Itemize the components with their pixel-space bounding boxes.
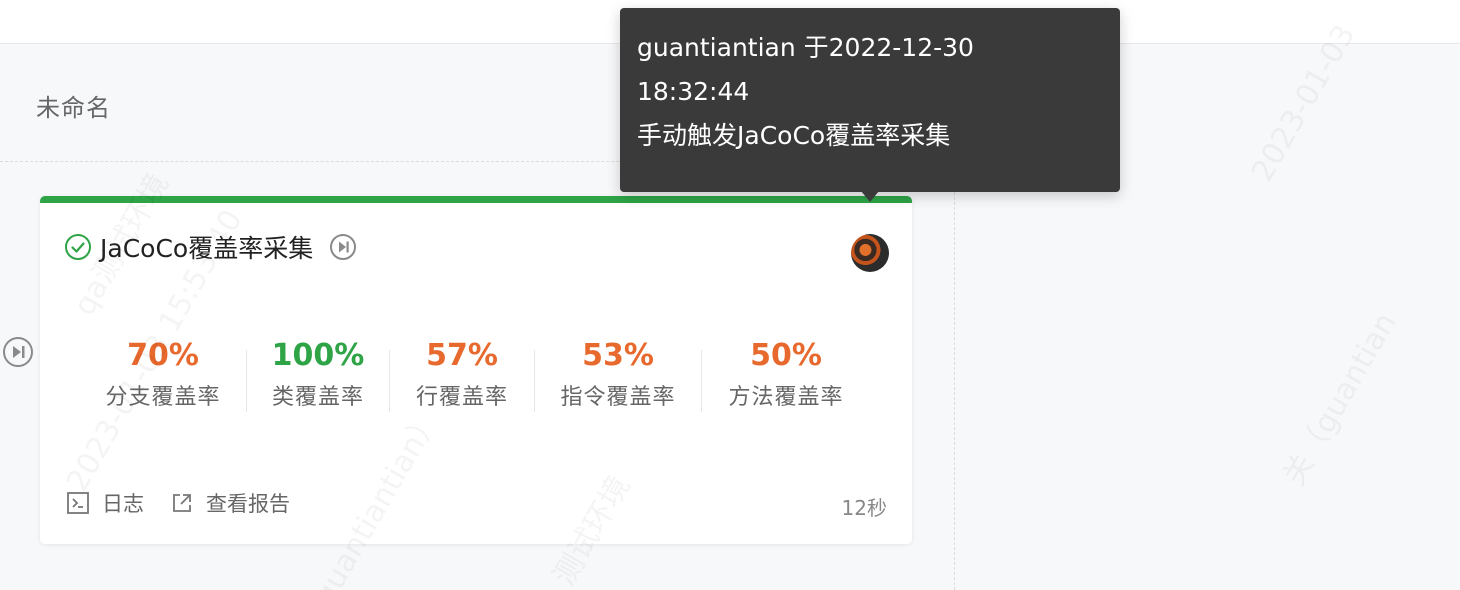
metric-label: 分支覆盖率 — [105, 385, 221, 410]
metric-line-coverage: 57% 行覆盖率 — [390, 336, 534, 416]
metric-class-coverage: 100% 类覆盖率 — [247, 336, 389, 416]
log-button[interactable]: 日志 — [66, 488, 144, 518]
stage-divider-vertical — [954, 162, 955, 590]
avatar[interactable] — [851, 234, 889, 272]
tooltip-line: guantiantian 于2022-12-30 — [637, 33, 974, 62]
metric-instruction-coverage: 53% 指令覆盖率 — [535, 336, 701, 416]
metric-value: 53% — [582, 338, 654, 373]
metric-value: 50% — [750, 338, 822, 373]
watermark: 2023-01-03 — [1245, 19, 1362, 187]
metric-value: 70% — [127, 338, 199, 373]
metric-value: 100% — [271, 338, 365, 373]
metric-method-coverage: 50% 方法覆盖率 — [702, 336, 870, 416]
coverage-metrics: 70% 分支覆盖率 100% 类覆盖率 57% 行覆盖率 53% 指令覆盖率 5… — [80, 336, 870, 426]
log-label: 日志 — [102, 492, 144, 516]
card-header: JaCoCo覆盖率采集 — [64, 229, 357, 265]
metric-label: 类覆盖率 — [271, 385, 364, 410]
stage-title: 未命名 — [36, 94, 111, 122]
check-circle-icon — [64, 233, 92, 261]
run-task-icon[interactable] — [329, 233, 357, 261]
view-report-label: 查看报告 — [206, 492, 290, 516]
trigger-info-tooltip: guantiantian 于2022-12-30 18:32:44 手动触发Ja… — [620, 8, 1120, 192]
metric-label: 指令覆盖率 — [560, 385, 676, 410]
watermark: 关（guantian — [1270, 303, 1405, 492]
terminal-icon — [67, 492, 89, 514]
task-duration: 12秒 — [841, 496, 887, 520]
pipeline-task-card[interactable]: JaCoCo覆盖率采集 70% 分支覆盖率 100% 类覆盖率 57% 行覆盖率… — [40, 196, 912, 544]
metric-branch-coverage: 70% 分支覆盖率 — [80, 336, 246, 416]
metric-label: 行覆盖率 — [415, 385, 508, 410]
view-report-button[interactable]: 查看报告 — [170, 488, 290, 518]
task-title[interactable]: JaCoCo覆盖率采集 — [100, 229, 313, 265]
external-link-icon — [173, 494, 191, 512]
tooltip-line: 手动触发JaCoCo覆盖率采集 — [637, 121, 951, 150]
tooltip-line: 18:32:44 — [637, 77, 750, 106]
stage-run-icon[interactable] — [2, 336, 34, 368]
status-bar — [40, 196, 912, 203]
metric-value: 57% — [426, 338, 498, 373]
tooltip-arrow — [861, 191, 879, 202]
metric-label: 方法覆盖率 — [728, 385, 844, 410]
card-footer: 日志 查看报告 — [66, 488, 316, 518]
